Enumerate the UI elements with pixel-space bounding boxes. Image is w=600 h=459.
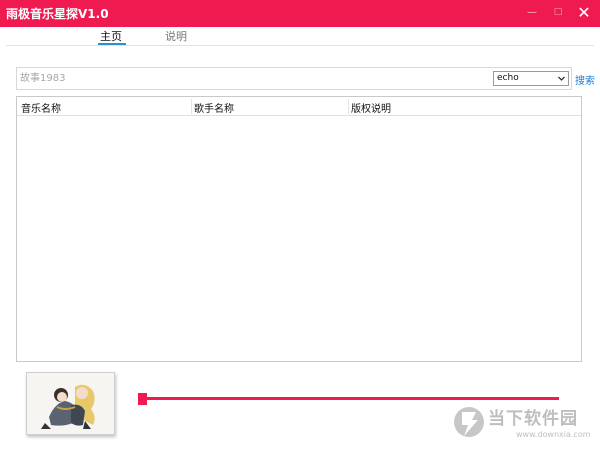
- app-title: 雨极音乐星探V1.0: [6, 7, 109, 21]
- close-button[interactable]: ✕: [571, 0, 597, 27]
- column-header-copyright[interactable]: 版权说明: [351, 100, 391, 115]
- progress-bar[interactable]: [142, 397, 559, 400]
- progress-handle[interactable]: [138, 393, 147, 405]
- table-header: 音乐名称 歌手名称 版权说明: [17, 97, 581, 116]
- search-input[interactable]: [20, 71, 480, 86]
- column-divider[interactable]: [191, 99, 192, 114]
- watermark-logo-icon: [454, 407, 484, 437]
- column-header-song-name[interactable]: 音乐名称: [21, 100, 61, 115]
- search-bar: echo: [16, 67, 572, 90]
- maximize-button[interactable]: □: [545, 0, 571, 27]
- watermark-url: www.downxia.com: [516, 430, 591, 439]
- results-table: 音乐名称 歌手名称 版权说明: [16, 96, 582, 362]
- tab-bar: 主页 说明: [0, 27, 600, 46]
- column-header-artist-name[interactable]: 歌手名称: [194, 100, 234, 115]
- source-select[interactable]: echo: [493, 71, 569, 86]
- source-select-value: echo: [497, 73, 519, 83]
- tab-home[interactable]: 主页: [100, 28, 122, 44]
- minimize-button[interactable]: —: [519, 0, 545, 27]
- search-button[interactable]: 搜索: [575, 72, 595, 87]
- chevron-down-icon: [557, 72, 566, 89]
- tab-divider: [6, 45, 594, 46]
- watermark-name: 当下软件园: [488, 409, 578, 429]
- title-bar: 雨极音乐星探V1.0 — □ ✕: [0, 0, 600, 27]
- watermark: 当下软件园 www.downxia.com: [452, 402, 592, 448]
- column-divider[interactable]: [348, 99, 349, 114]
- tab-about[interactable]: 说明: [165, 28, 187, 44]
- album-cover-image: [26, 372, 115, 435]
